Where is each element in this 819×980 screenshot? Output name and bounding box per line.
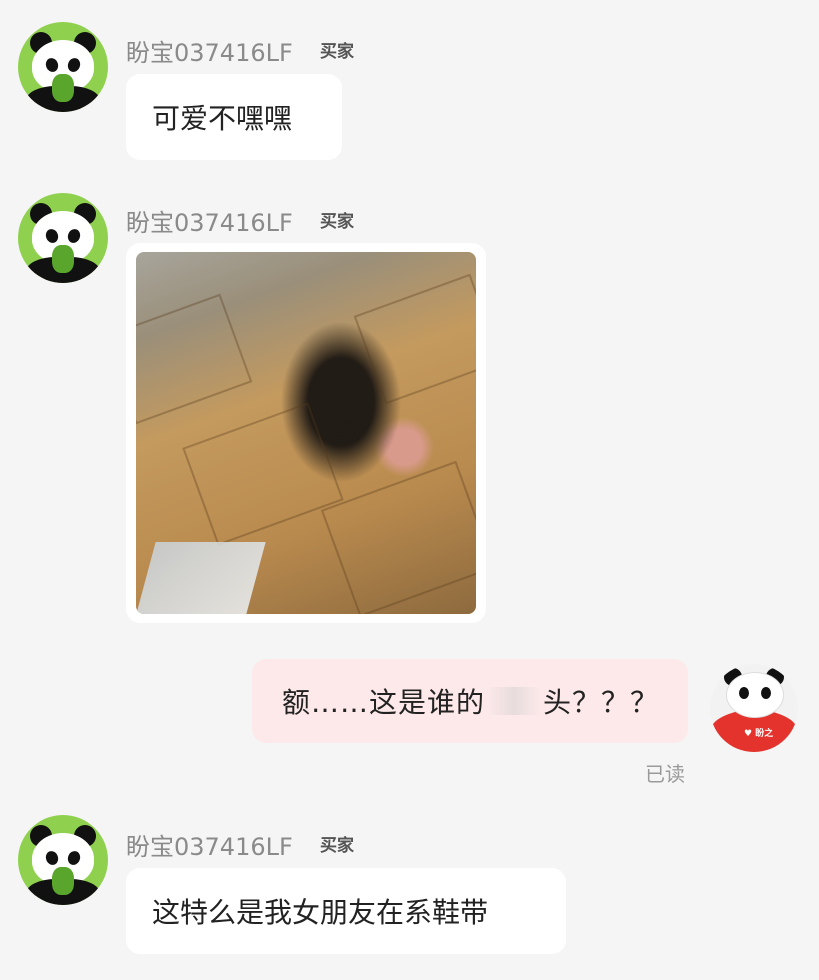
blurred-word [487, 687, 542, 715]
panda-eye-icon [43, 227, 61, 245]
panda-eye-icon [65, 56, 83, 74]
floor-tile [182, 402, 344, 546]
panda-red-avatar-icon [726, 672, 784, 718]
bamboo-icon [52, 245, 74, 273]
plastic-bag [136, 542, 266, 614]
panda-eye-icon [43, 849, 61, 867]
bamboo-icon [52, 74, 74, 102]
panda-eye-icon [65, 227, 83, 245]
buyer-badge: 买家 [320, 42, 354, 62]
floor-tile [353, 273, 476, 405]
message-bubble[interactable]: 可爱不嘿嘿 [126, 74, 342, 160]
sender-name: 盼宝037416LF [126, 833, 293, 861]
read-status: 已读 [645, 762, 685, 786]
sent-message-text-end: 头？？？ [543, 686, 660, 719]
message-text: 这特么是我女朋友在系鞋带 [152, 896, 489, 929]
message-bubble[interactable]: 这特么是我女朋友在系鞋带 [126, 868, 566, 954]
buyer-avatar[interactable] [18, 22, 108, 112]
buyer-avatar[interactable] [18, 815, 108, 905]
buyer-badge: 买家 [320, 212, 354, 232]
panda-eye-icon [65, 849, 83, 867]
avatar-logo: ♥ 盼之 [744, 729, 774, 739]
panda-eye-icon [761, 687, 771, 699]
photo-message[interactable] [136, 252, 476, 614]
sender-name: 盼宝037416LF [126, 39, 293, 67]
sent-message-bubble[interactable]: 额……这是谁的 头？？？ [252, 659, 688, 743]
floor-tile [320, 460, 476, 614]
panda-eye-icon [739, 687, 749, 699]
floor-tile [136, 293, 253, 425]
buyer-avatar[interactable] [18, 193, 108, 283]
bamboo-icon [52, 867, 74, 895]
self-avatar[interactable]: ♥ 盼之 [710, 664, 798, 752]
sent-message-text-start: 额……这是谁的 [282, 686, 486, 719]
buyer-badge: 买家 [320, 836, 354, 856]
message-text: 可爱不嘿嘿 [152, 102, 293, 135]
sender-name: 盼宝037416LF [126, 209, 293, 237]
panda-eye-icon [43, 56, 61, 74]
image-message[interactable] [126, 243, 486, 623]
